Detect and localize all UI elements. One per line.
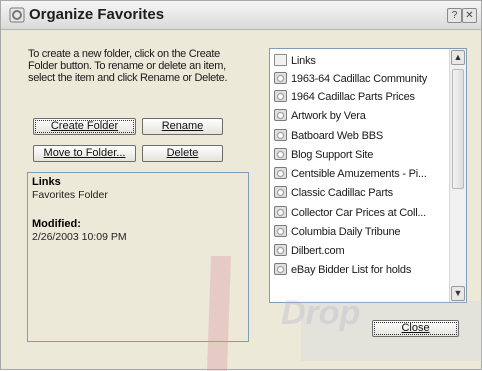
list-item[interactable]: eBay Bidder List for holds bbox=[274, 261, 450, 279]
list-item[interactable]: Dilbert.com bbox=[274, 242, 450, 260]
list-item[interactable]: Blog Support Site bbox=[274, 146, 450, 164]
favorites-list[interactable]: Links 1963-64 Cadillac Community 1964 Ca… bbox=[269, 48, 467, 303]
list-scrollbar[interactable]: ▲ ▼ bbox=[449, 49, 466, 302]
move-to-folder-label: Move to Folder... bbox=[43, 147, 126, 159]
list-item[interactable]: Centsible Amuzements - Pi... bbox=[274, 165, 450, 183]
background-stripe bbox=[206, 256, 232, 371]
scroll-up-button[interactable]: ▲ bbox=[451, 50, 465, 65]
info-modified-value: 2/26/2003 10:09 PM bbox=[32, 231, 127, 243]
list-item[interactable]: Batboard Web BBS bbox=[274, 127, 450, 145]
folder-icon bbox=[274, 54, 287, 66]
ie-page-icon bbox=[274, 90, 287, 102]
rename-button[interactable]: Rename bbox=[142, 118, 223, 135]
info-item-type: Favorites Folder bbox=[32, 189, 108, 201]
delete-button[interactable]: Delete bbox=[142, 145, 223, 162]
ie-page-icon bbox=[274, 244, 287, 256]
list-item[interactable]: Collector Car Prices at Coll... bbox=[274, 204, 450, 222]
ie-page-icon bbox=[274, 186, 287, 198]
title-close-button[interactable]: ✕ bbox=[462, 8, 477, 23]
create-folder-label: Create Folder bbox=[50, 120, 119, 132]
ie-page-icon bbox=[274, 148, 287, 160]
ie-page-icon bbox=[274, 225, 287, 237]
info-modified-label: Modified: bbox=[32, 218, 81, 230]
list-item[interactable]: 1964 Cadillac Parts Prices bbox=[274, 88, 450, 106]
rename-label: Rename bbox=[161, 120, 204, 132]
ie-page-icon bbox=[274, 129, 287, 141]
ie-page-icon bbox=[274, 72, 287, 84]
ie-page-icon bbox=[274, 206, 287, 218]
favorites-page-icon bbox=[9, 7, 25, 23]
scroll-down-button[interactable]: ▼ bbox=[451, 286, 465, 301]
info-item-name: Links bbox=[32, 176, 61, 188]
move-to-folder-button[interactable]: Move to Folder... bbox=[33, 145, 136, 162]
close-button[interactable]: Close bbox=[372, 320, 459, 337]
title-bar: Organize Favorites ? ✕ bbox=[1, 1, 481, 30]
scroll-thumb[interactable] bbox=[452, 69, 464, 189]
create-folder-button[interactable]: Create Folder bbox=[33, 118, 136, 135]
list-item[interactable]: Columbia Daily Tribune bbox=[274, 223, 450, 241]
list-item[interactable]: Artwork by Vera bbox=[274, 107, 450, 125]
dialog-title: Organize Favorites bbox=[29, 6, 165, 23]
ie-page-icon bbox=[274, 263, 287, 275]
instructions-text: To create a new folder, click on the Cre… bbox=[28, 48, 228, 84]
list-item[interactable]: 1963-64 Cadillac Community bbox=[274, 70, 450, 88]
help-button[interactable]: ? bbox=[447, 8, 462, 23]
delete-label: Delete bbox=[166, 147, 199, 159]
organize-favorites-dialog: Organize Favorites ? ✕ To create a new f… bbox=[0, 0, 482, 371]
ie-page-icon bbox=[274, 109, 287, 121]
close-label: Close bbox=[401, 322, 430, 334]
list-item[interactable]: Classic Cadillac Parts bbox=[274, 184, 450, 202]
list-item[interactable]: Links bbox=[274, 52, 450, 70]
ie-page-icon bbox=[274, 167, 287, 179]
